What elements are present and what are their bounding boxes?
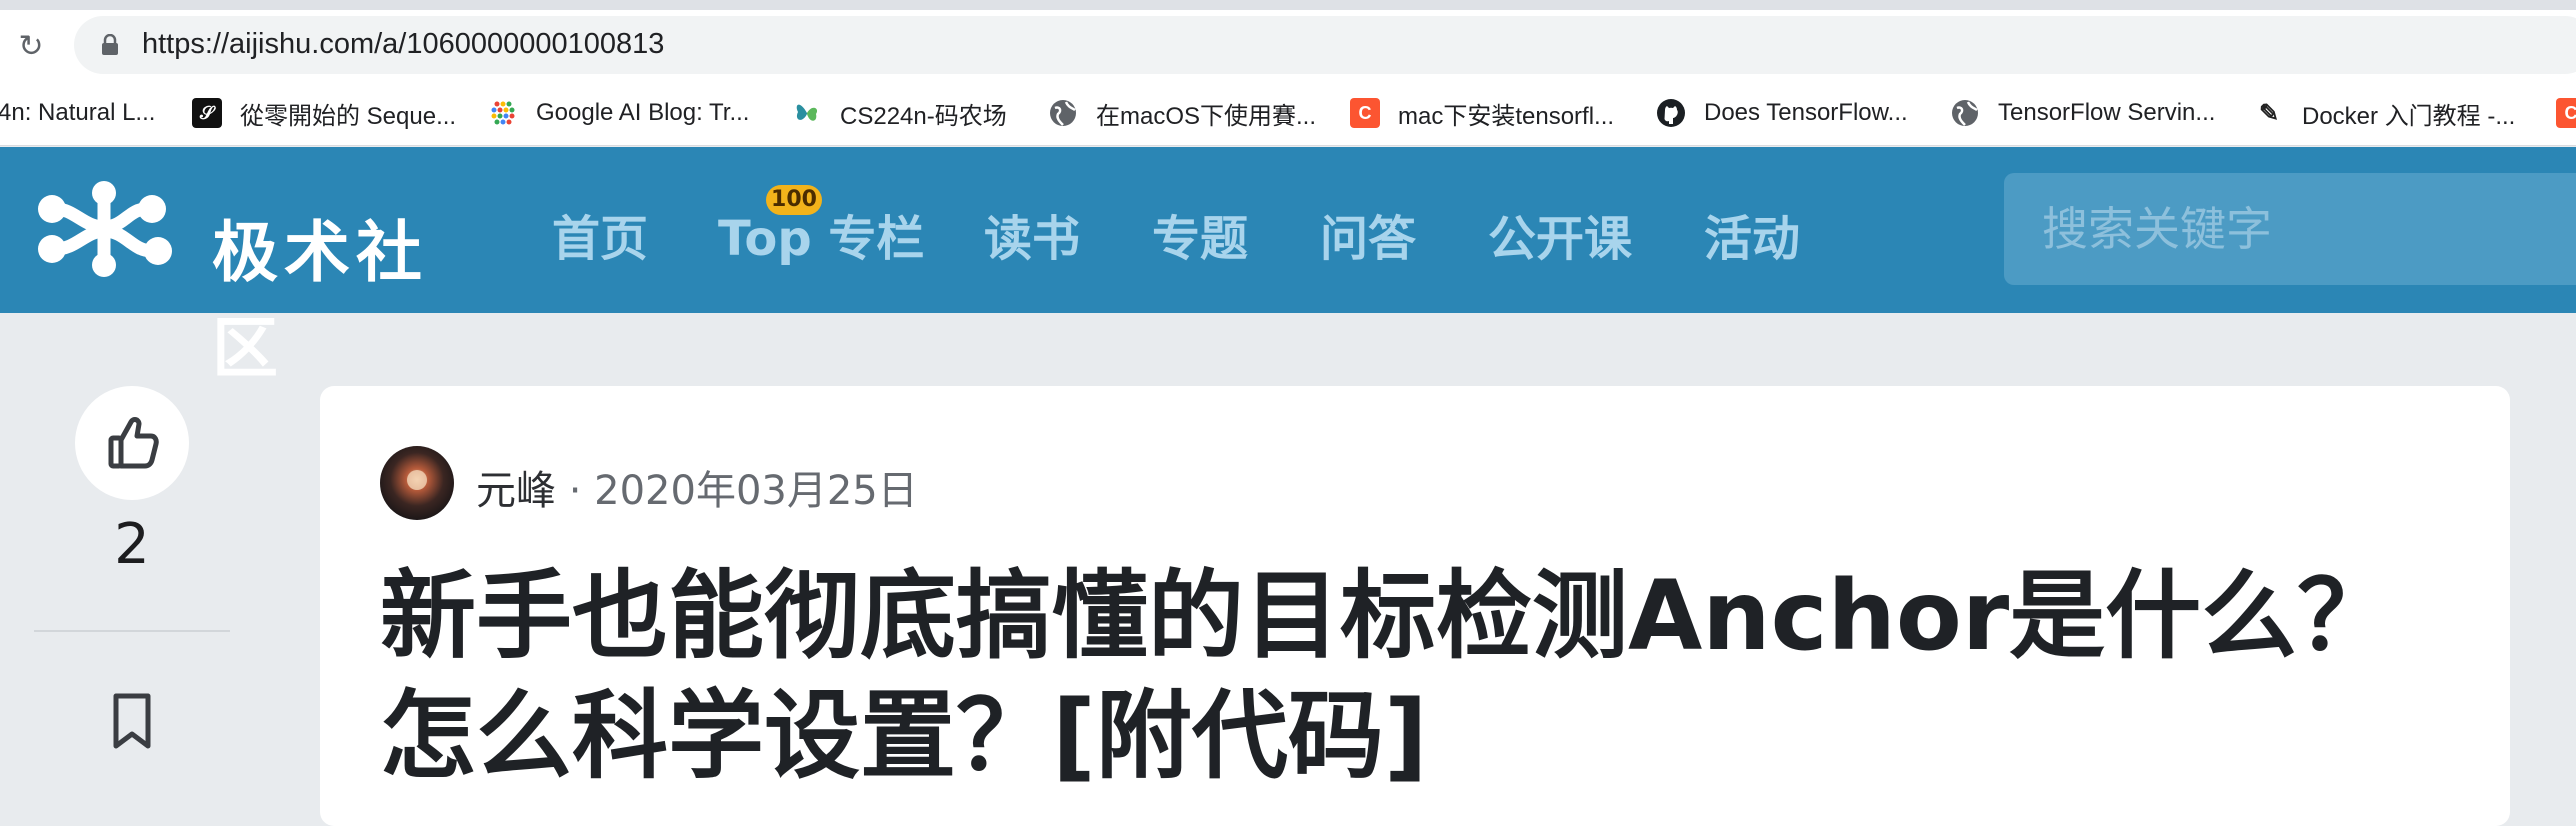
site-header: 极术社区 首页 Top 专栏 100 读书 专题 问答 公开课 活动 [0,147,2576,387]
bookmark-label: TensorFlow Servin... [1998,99,2216,126]
bookmark-button[interactable] [100,684,164,756]
lock-icon [102,34,118,55]
author-avatar[interactable] [380,446,454,520]
like-button[interactable] [75,386,189,500]
bookmark-label: Docker 入门教程 -... [2302,102,2516,130]
thumbs-up-icon [108,417,159,469]
nav-topics[interactable]: 专题 [1152,199,1248,269]
bookmark-item[interactable]: C [2556,94,2576,132]
search-input[interactable] [2042,199,2562,259]
browser-tab-strip [0,0,2576,10]
logo-mark-icon [38,181,172,277]
google-ai-icon [488,98,518,128]
address-bar[interactable]: https://aijishu.com/a/1060000000100813 [74,16,2576,74]
bookmarks-bar: 4n: Natural L... 𝒮 從零開始的 Seque... Google… [0,80,2576,146]
url-text[interactable]: https://aijishu.com/a/1060000000100813 [142,28,664,61]
author-name[interactable]: 元峰 [476,468,556,514]
github-icon [1656,98,1686,128]
nav-home[interactable]: 首页 [552,199,648,269]
csdn-icon: C [1350,98,1380,128]
bookmark-icon [113,693,151,749]
seq-icon: 𝒮 [192,98,222,128]
bookmark-label: CS224n-码农场 [840,102,1007,130]
bookmark-label: 從零開始的 Seque... [240,102,457,130]
csdn-icon: C [2556,98,2576,128]
bookmark-item[interactable]: 𝒮 從零開始的 Seque... [192,94,456,132]
top-100-badge: 100 [766,185,822,215]
bookmark-label: 在macOS下使用賽... [1096,102,1317,130]
nav-qa[interactable]: 问答 [1320,199,1416,269]
bookmark-item[interactable]: ✎ Docker 入门教程 -... [2254,94,2515,132]
nav-open-courses[interactable]: 公开课 [1488,199,1632,269]
bookmark-item[interactable]: C mac下安装tensorfl... [1350,94,1614,132]
bookmark-item[interactable]: Google AI Blog: Tr... [488,94,749,132]
bookmark-item[interactable]: CS224n-码农场 [792,94,1007,132]
ruanyifeng-icon: ✎ [2258,99,2280,127]
globe-icon [1950,98,1980,128]
logo-text: 极术社区 [212,214,428,387]
butterfly-icon [792,98,822,128]
bookmark-item[interactable]: Does TensorFlow... [1656,94,1908,132]
browser-toolbar: ↻ https://aijishu.com/a/1060000000100813 [0,10,2576,80]
meta-separator: · [556,468,595,514]
nav-events[interactable]: 活动 [1704,199,1800,269]
bookmark-item[interactable]: 4n: Natural L... [0,94,155,132]
like-count: 2 [114,512,150,577]
bookmark-label: Does TensorFlow... [1704,99,1908,126]
reload-icon[interactable]: ↻ [14,30,48,64]
article-card: 元峰 · 2020年03月25日 新手也能彻底搞懂的目标检测Anchor是什么？… [320,386,2510,826]
bookmark-item[interactable]: TensorFlow Servin... [1950,94,2215,132]
article-title: 新手也能彻底搞懂的目标检测Anchor是什么？怎么科学设置？[附代码] [380,560,2394,792]
nav-top-columns[interactable]: Top 专栏 [718,199,924,269]
bookmark-item[interactable]: 在macOS下使用賽... [1048,94,1316,132]
bookmark-label: mac下安装tensorfl... [1398,102,1615,130]
search-box [2004,173,2576,285]
bookmark-label: 4n: Natural L... [0,99,156,126]
nav-reading[interactable]: 读书 [984,199,1080,269]
globe-icon [1048,98,1078,128]
site-logo[interactable]: 极术社区 [34,179,474,387]
rail-divider [34,630,230,632]
article-meta: 元峰 · 2020年03月25日 [476,458,918,516]
publish-date: 2020年03月25日 [594,468,918,514]
bookmark-label: Google AI Blog: Tr... [536,99,750,126]
